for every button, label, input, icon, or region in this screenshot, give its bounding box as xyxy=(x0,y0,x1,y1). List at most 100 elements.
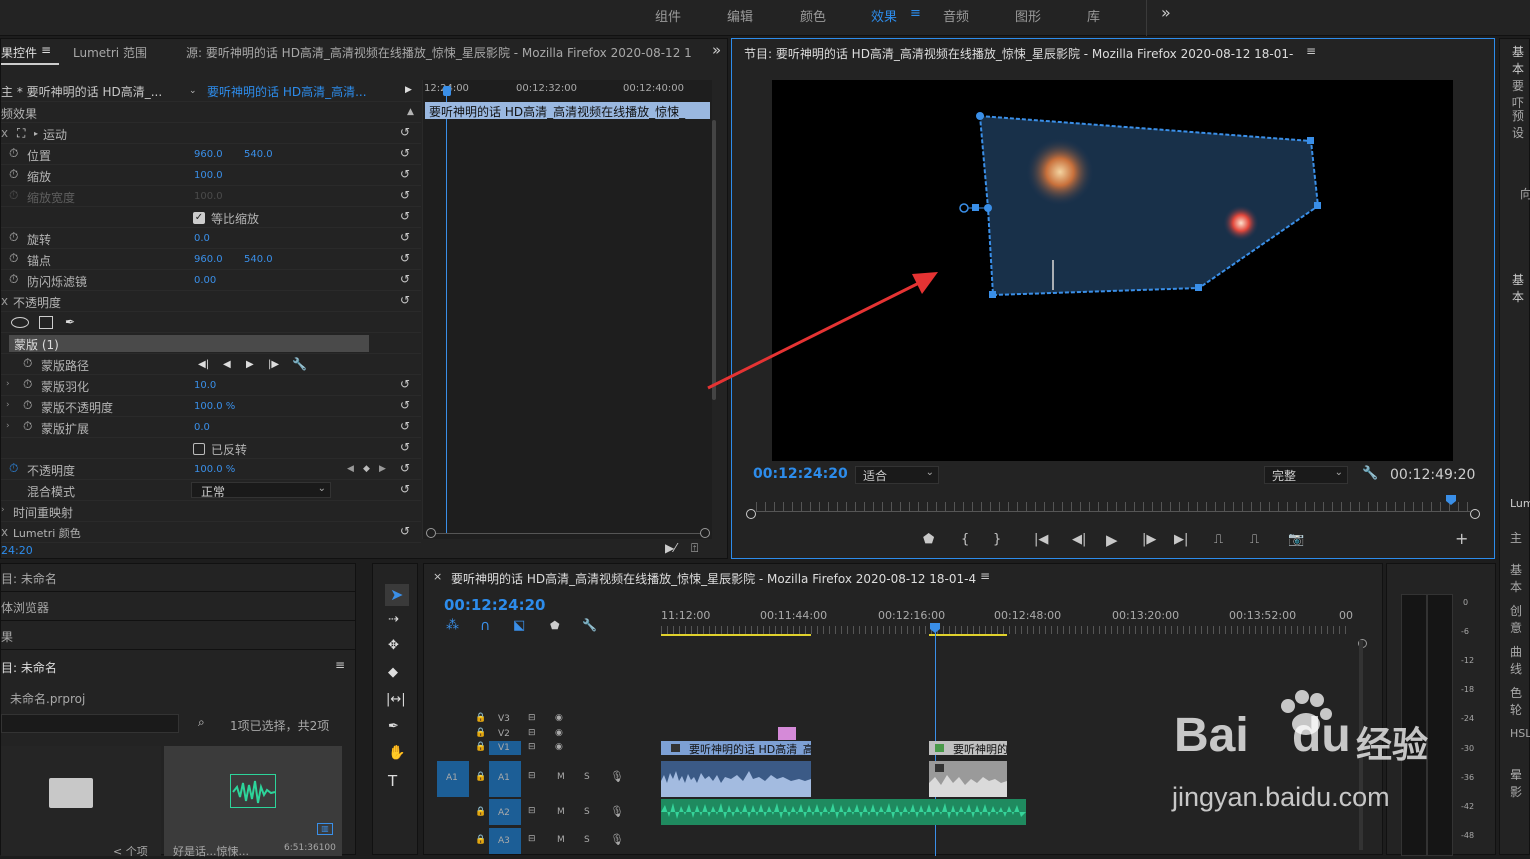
panel-menu-icon[interactable]: ≡ xyxy=(1306,44,1316,58)
linked-selection-icon[interactable]: ⬕ xyxy=(513,618,525,633)
reset-icon[interactable]: ↺ xyxy=(400,209,410,223)
track-label-v1[interactable]: V1 xyxy=(498,743,510,753)
expand-icon[interactable]: › xyxy=(1,505,5,515)
track-label-v2[interactable]: V2 xyxy=(498,729,510,739)
reset-icon[interactable]: ↺ xyxy=(400,230,410,244)
clip-a1[interactable] xyxy=(661,761,811,797)
reset-icon[interactable]: ↺ xyxy=(400,440,410,454)
track-forward-icon[interactable]: |▶ xyxy=(268,359,279,370)
position-x-value[interactable]: 960.0 xyxy=(194,149,223,160)
add-marker-icon[interactable]: ⬟ xyxy=(550,619,560,632)
sync-icon[interactable]: ⊟ xyxy=(528,713,536,723)
zoom-handle-right[interactable] xyxy=(700,528,710,538)
effect-controls-timecode[interactable]: 24:20 xyxy=(1,544,33,557)
stopwatch-icon[interactable]: ⏱ xyxy=(9,146,18,161)
track-back-frame-icon[interactable]: ◀ xyxy=(223,359,231,370)
scrub-end-handle[interactable] xyxy=(1470,509,1480,519)
more-workspaces-icon[interactable]: » xyxy=(1161,3,1171,22)
opacity-value[interactable]: 100.0 % xyxy=(194,464,235,475)
eye-icon[interactable]: ◉ xyxy=(555,742,563,752)
nest-icon[interactable]: ⁂ xyxy=(446,618,459,633)
reset-icon[interactable]: ↺ xyxy=(400,461,410,475)
add-keyframe-icon[interactable]: ◆ xyxy=(363,464,370,474)
mute-button[interactable]: M xyxy=(557,835,565,845)
stopwatch-icon[interactable]: ⏱ xyxy=(9,167,18,182)
sync-icon[interactable]: ⊟ xyxy=(528,771,536,781)
workspace-tab-audio[interactable]: 音频 xyxy=(943,6,969,25)
right-panel-tab[interactable]: Lum xyxy=(1510,497,1530,510)
clip-v1b[interactable]: 要听神明的 xyxy=(929,741,1007,755)
right-panel-tab[interactable]: 基本 xyxy=(1512,43,1529,77)
add-marker-icon[interactable]: ⬟ xyxy=(923,532,934,547)
blend-mode-select[interactable]: 正常 ⌄ xyxy=(191,482,331,499)
eye-icon[interactable]: ◉ xyxy=(555,713,563,723)
transform-icon[interactable]: ⛶ xyxy=(17,126,25,141)
expand-icon[interactable]: ▸ xyxy=(34,129,38,138)
lift-icon[interactable]: ⎍ xyxy=(1214,532,1223,547)
settings-wrench-icon[interactable]: 🔧 xyxy=(1362,466,1378,481)
lock-icon[interactable]: 🔒 xyxy=(475,835,486,845)
track-label-a1[interactable]: A1 xyxy=(498,773,510,783)
project-search-input[interactable] xyxy=(1,714,179,733)
quality-select[interactable]: 完整 ⌄ xyxy=(1264,466,1348,484)
fx-icon[interactable]: x xyxy=(1,126,8,140)
project-tab[interactable]: 目: 未命名 xyxy=(1,564,356,592)
tab-lumetri-scopes[interactable]: Lumetri 范围 xyxy=(73,44,147,61)
reset-icon[interactable]: ↺ xyxy=(400,167,410,181)
extract-icon[interactable]: ⎍ xyxy=(1250,532,1259,547)
anchor-y-value[interactable]: 540.0 xyxy=(244,254,273,265)
solo-button[interactable]: S xyxy=(584,772,590,782)
rotation-value[interactable]: 0.0 xyxy=(194,233,210,244)
wrench-icon[interactable]: 🔧 xyxy=(292,357,307,371)
panel-menu-icon[interactable]: ≡ xyxy=(335,658,345,672)
sync-icon[interactable]: ⊟ xyxy=(528,742,536,752)
expand-icon[interactable]: › xyxy=(6,421,10,431)
stopwatch-icon[interactable]: ⏱ xyxy=(23,398,32,413)
filter-play-icon[interactable]: ▶⁄ xyxy=(665,541,676,555)
track-label-a3[interactable]: A3 xyxy=(498,836,510,846)
chevron-down-icon[interactable]: ⌄ xyxy=(189,86,197,96)
solo-button[interactable]: S xyxy=(584,835,590,845)
sync-icon[interactable]: ⊟ xyxy=(528,806,536,816)
mark-in-icon[interactable]: { xyxy=(961,532,969,547)
mask-opacity-value[interactable]: 100.0 % xyxy=(194,401,235,412)
workspace-tab-libraries[interactable]: 库 xyxy=(1087,6,1100,25)
antiflicker-value[interactable]: 0.00 xyxy=(194,275,216,286)
scrub-ruler[interactable] xyxy=(756,502,1470,512)
scale-value[interactable]: 100.0 xyxy=(194,170,223,181)
workspace-tab-color[interactable]: 颜色 xyxy=(800,6,826,25)
stopwatch-icon[interactable]: ⏱ xyxy=(9,230,18,245)
reset-icon[interactable]: ↺ xyxy=(400,482,410,496)
lock-icon[interactable]: 🔒 xyxy=(475,772,486,782)
pen-mask-icon[interactable]: ✒ xyxy=(65,315,75,329)
collapse-up-icon[interactable]: ▲ xyxy=(407,107,414,117)
stopwatch-icon[interactable]: ⏱ xyxy=(9,251,18,266)
eye-icon[interactable]: ◉ xyxy=(555,728,563,738)
reset-icon[interactable]: ↺ xyxy=(400,125,410,139)
reset-icon[interactable]: ↺ xyxy=(400,251,410,265)
sync-icon[interactable]: ⊟ xyxy=(528,834,536,844)
clip-v1[interactable]: 要听神明的话 HD高清_高 xyxy=(661,741,811,755)
go-to-out-icon[interactable]: ▶| xyxy=(1174,532,1188,547)
export-icon[interactable]: ⍐ xyxy=(691,541,698,556)
track-label-a2[interactable]: A2 xyxy=(498,808,510,818)
mic-icon[interactable]: 🎙 xyxy=(610,833,624,846)
prev-keyframe-icon[interactable]: ◀ xyxy=(347,464,354,474)
camera-icon[interactable]: 📷 xyxy=(1288,532,1304,547)
workspace-tab-effects[interactable]: 效果 xyxy=(871,6,897,25)
uniform-scale-checkbox[interactable]: ✓ xyxy=(193,212,205,224)
go-to-in-icon[interactable]: |◀ xyxy=(1034,532,1048,547)
add-button-icon[interactable]: + xyxy=(1455,529,1468,548)
close-icon[interactable]: × xyxy=(433,570,442,583)
program-monitor-title[interactable]: 节目: 要听神明的话 HD高清_高清视频在线播放_惊悚_星辰影院 - Mozil… xyxy=(744,45,1294,62)
lock-icon[interactable]: 🔒 xyxy=(475,728,486,738)
mini-clip-bar[interactable]: 要听神明的话 HD高清_高清视频在线播放_惊悚_ xyxy=(425,102,710,119)
playhead-handle[interactable] xyxy=(443,86,451,96)
effect-timeline[interactable]: 12:24:00 00:12:32:00 00:12:40:00 要听神明的话 … xyxy=(422,80,716,539)
lock-icon[interactable]: 🔒 xyxy=(475,807,486,817)
clip-a1b[interactable] xyxy=(929,761,1007,797)
mute-button[interactable]: M xyxy=(557,807,565,817)
sequence-clip-label[interactable]: 要听神明的话 HD高清_高清... xyxy=(207,83,367,100)
track-forward-frame-icon[interactable]: ▶ xyxy=(246,359,254,370)
panel-overflow-icon[interactable]: » xyxy=(712,41,721,59)
